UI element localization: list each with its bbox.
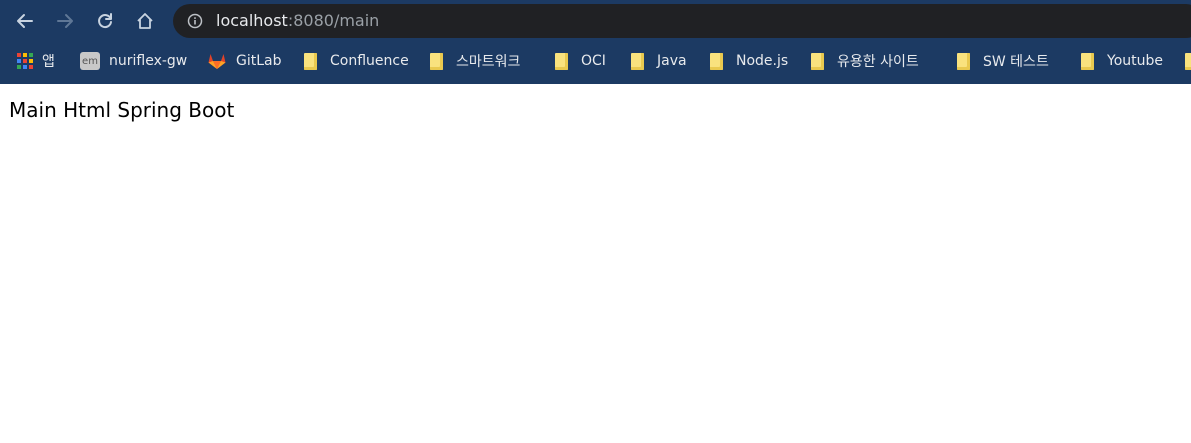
url-path: :8080/main — [287, 11, 380, 30]
bookmark-label: Youtube — [1107, 53, 1163, 69]
bookmark-nuriflex-gw[interactable]: em nuriflex-gw — [80, 48, 187, 74]
arrow-right-icon — [57, 14, 73, 28]
bookmark-label: 유용한 사이트 — [837, 54, 919, 70]
page-body-text: Main Html Spring Boot — [9, 98, 235, 122]
bookmark-label: SW 테스트 — [983, 54, 1049, 70]
bookmark-nodejs[interactable]: Node.js — [710, 48, 788, 74]
folder-icon — [1185, 52, 1191, 70]
folder-icon — [430, 52, 443, 70]
apps-grid-icon — [17, 53, 33, 69]
bookmark-confluence[interactable]: Confluence — [304, 48, 409, 74]
bookmark-java[interactable]: Java — [631, 48, 687, 74]
reload-button[interactable] — [93, 9, 117, 33]
back-button[interactable] — [13, 9, 37, 33]
bookmark-label: 스마트워크 — [456, 54, 521, 70]
bookmark-gitlab[interactable]: GitLab — [207, 48, 282, 74]
browser-chrome: localhost:8080/main 앱 em nuriflex-gw Git… — [0, 0, 1191, 84]
bookmark-useful-sites[interactable]: 유용한 사이트 — [811, 48, 919, 74]
folder-icon — [1081, 52, 1094, 70]
arrow-left-icon — [17, 14, 33, 28]
bookmark-smartwork[interactable]: 스마트워크 — [430, 48, 520, 74]
bookmark-label: 앱 — [42, 54, 55, 70]
bookmark-label: nuriflex-gw — [109, 53, 188, 69]
folder-icon — [710, 52, 723, 70]
browser-toolbar: localhost:8080/main — [0, 0, 1191, 42]
home-icon — [137, 13, 153, 29]
folder-icon — [555, 52, 568, 70]
url-text[interactable]: localhost:8080/main — [216, 11, 379, 31]
home-button[interactable] — [133, 9, 157, 33]
bookmark-sw-test[interactable]: SW 테스트 — [957, 48, 1049, 74]
bookmark-oci[interactable]: OCI — [555, 48, 606, 74]
bookmark-label: Confluence — [330, 53, 409, 69]
folder-icon — [957, 52, 970, 70]
info-icon[interactable] — [187, 13, 203, 29]
reload-icon — [98, 13, 112, 29]
bookmark-label: OCI — [581, 53, 606, 69]
bookmarks-bar: 앱 em nuriflex-gw GitLab Confluence 스마트워크 — [0, 44, 1191, 78]
bookmark-label: GitLab — [236, 53, 282, 69]
gitlab-icon — [208, 54, 226, 69]
bookmark-label: Node.js — [736, 53, 789, 69]
forward-button[interactable] — [53, 9, 77, 33]
folder-icon — [304, 52, 317, 70]
bookmark-apps[interactable]: 앱 — [17, 48, 55, 74]
address-bar[interactable]: localhost:8080/main — [173, 4, 1191, 38]
em-favicon-icon: em — [80, 52, 100, 70]
bookmark-overflow[interactable] — [1185, 48, 1191, 74]
bookmark-youtube[interactable]: Youtube — [1081, 48, 1163, 74]
url-host: localhost — [216, 11, 288, 30]
folder-icon — [811, 52, 824, 70]
bookmark-label: Java — [657, 53, 687, 69]
folder-icon — [631, 52, 644, 70]
